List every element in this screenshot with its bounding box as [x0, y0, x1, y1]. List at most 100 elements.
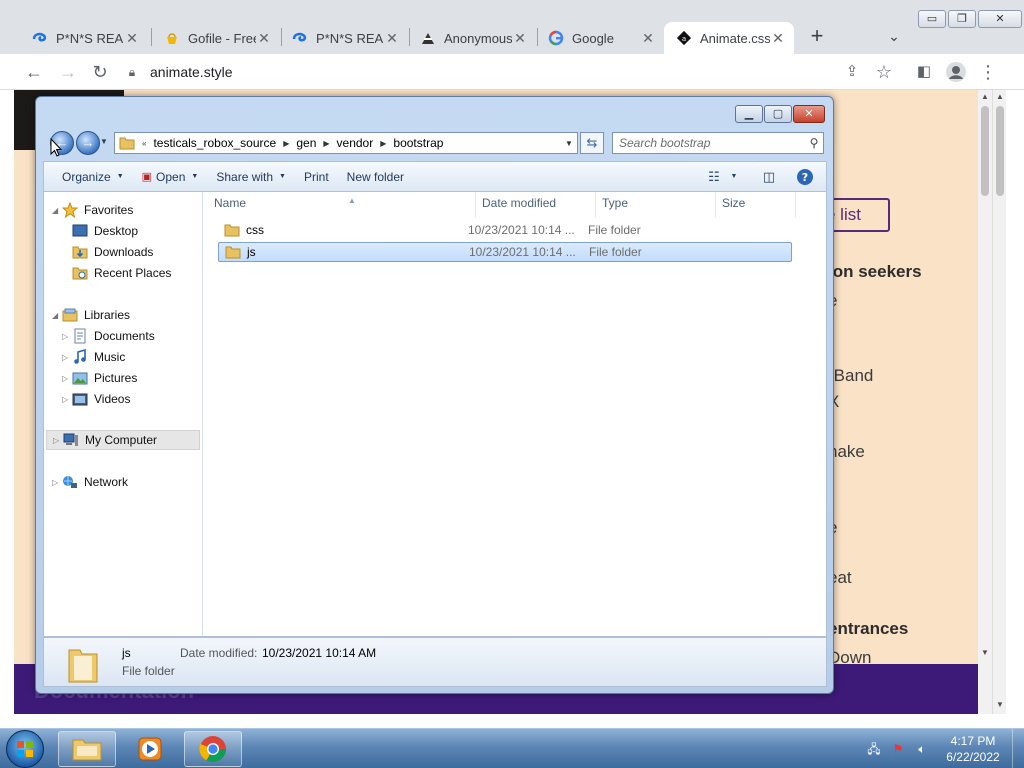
webpage-list-item[interactable]: rBand	[828, 366, 873, 386]
nav-favorites[interactable]: ◢ Favorites	[52, 200, 133, 220]
breadcrumb-item[interactable]: gen	[296, 136, 316, 150]
minimize-icon[interactable]: ▁	[735, 105, 763, 123]
collapsed-arrow-icon[interactable]: ▷	[52, 478, 62, 487]
tab-1[interactable]: P*N*S REAL ✕	[20, 22, 148, 54]
breadcrumb-item[interactable]: bootstrap	[393, 136, 443, 150]
scroll-down-icon[interactable]: ▼	[978, 646, 992, 660]
maximize-icon[interactable]: ▢	[764, 105, 792, 123]
collapsed-arrow-icon[interactable]: ▷	[62, 395, 72, 404]
chevron-down-icon[interactable]: ▼	[728, 167, 740, 187]
breadcrumb-chevron-icon[interactable]: ▶	[380, 139, 386, 148]
refresh-icon[interactable]: ⇆	[580, 132, 604, 154]
view-options-icon[interactable]: ☷	[704, 167, 724, 187]
search-icon[interactable]: ⚲	[805, 136, 823, 150]
taskbar-chrome-button[interactable]	[184, 731, 242, 767]
breadcrumb-item[interactable]: testicals_robox_source	[153, 136, 276, 150]
address-breadcrumb[interactable]: « testicals_robox_source ▶ gen ▶ vendor …	[114, 132, 578, 154]
share-with-button[interactable]: Share with ▼	[216, 170, 286, 184]
clock-date[interactable]: 6/22/2022	[940, 750, 1006, 764]
tab-close-icon[interactable]: ✕	[640, 30, 656, 46]
tab-2[interactable]: Gofile - Free ✕	[152, 22, 280, 54]
collapsed-arrow-icon[interactable]: ▷	[53, 436, 63, 445]
breadcrumb-item[interactable]: vendor	[337, 136, 374, 150]
scroll-up-icon[interactable]: ▲	[978, 90, 992, 104]
tab-close-icon[interactable]: ✕	[256, 30, 272, 46]
tab-close-icon[interactable]: ✕	[512, 30, 528, 46]
search-input[interactable]: Search bootstrap ⚲	[612, 132, 824, 154]
volume-icon[interactable]: 🔈︎	[914, 741, 930, 757]
nav-downloads[interactable]: Downloads	[72, 242, 153, 262]
forward-icon[interactable]: →	[56, 60, 80, 84]
nav-desktop[interactable]: Desktop	[72, 221, 138, 241]
print-button[interactable]: Print	[304, 170, 329, 184]
lock-icon[interactable]: 🔒︎	[124, 65, 140, 80]
scroll-down-icon[interactable]: ▼	[993, 698, 1007, 712]
close-icon[interactable]: ✕	[793, 105, 825, 123]
maximize-icon[interactable]: ❐	[948, 10, 976, 28]
nav-documents[interactable]: ▷ Documents	[62, 326, 155, 346]
back-icon[interactable]: ←	[22, 60, 46, 84]
network-tray-icon[interactable]: 🖧︎	[866, 741, 882, 757]
column-header-name[interactable]: Name ▲	[208, 192, 476, 218]
side-panel-icon[interactable]: ◧	[912, 60, 936, 84]
tab-3[interactable]: P*N*S REAL ✕	[280, 22, 408, 54]
nav-videos[interactable]: ▷ Videos	[62, 389, 130, 409]
show-desktop-button[interactable]	[1012, 729, 1024, 768]
file-type: File folder	[589, 245, 642, 259]
expanded-arrow-icon[interactable]: ◢	[52, 311, 62, 320]
file-row-selected[interactable]: js 10/23/2021 10:14 ... File folder	[218, 242, 792, 262]
column-header-date-modified[interactable]: Date modified	[476, 192, 596, 218]
tab-6-active[interactable]: a Animate.css ✕	[664, 22, 794, 54]
breadcrumb-chevron-icon[interactable]: ▶	[323, 139, 329, 148]
scrollbar-thumb[interactable]	[981, 106, 989, 196]
reload-icon[interactable]: ↻	[88, 60, 112, 84]
start-button[interactable]	[6, 730, 44, 768]
help-icon[interactable]: ?	[794, 167, 816, 187]
column-header-type[interactable]: Type	[596, 192, 716, 218]
expanded-arrow-icon[interactable]: ◢	[52, 206, 62, 215]
nav-libraries[interactable]: ◢ Libraries	[52, 305, 130, 325]
close-icon[interactable]: ✕	[978, 10, 1022, 28]
collapsed-arrow-icon[interactable]: ▷	[62, 332, 72, 341]
forward-icon[interactable]: →	[76, 131, 100, 155]
browser-scrollbar[interactable]: ▲ ▼	[992, 90, 1006, 714]
minimize-icon[interactable]: ▭	[918, 10, 946, 28]
recent-pages-chevron-icon[interactable]: ▼	[100, 137, 108, 146]
organize-button[interactable]: Organize ▼	[62, 170, 124, 184]
preview-pane-icon[interactable]: ◫	[758, 167, 780, 187]
breadcrumb-chevron-icon[interactable]: ▶	[283, 139, 289, 148]
nav-pictures[interactable]: ▷ Pictures	[62, 368, 137, 388]
tab-close-icon[interactable]: ✕	[770, 30, 786, 46]
tab-close-icon[interactable]: ✕	[124, 30, 140, 46]
chevron-down-icon[interactable]: ⌄	[884, 26, 904, 46]
nav-network[interactable]: ▷ Network	[52, 472, 128, 492]
new-folder-button[interactable]: New folder	[347, 170, 404, 184]
scroll-up-icon[interactable]: ▲	[993, 90, 1007, 104]
scrollbar-thumb[interactable]	[996, 106, 1004, 196]
nav-my-computer[interactable]: ▷ My Computer	[46, 430, 200, 450]
collapsed-arrow-icon[interactable]: ▷	[62, 374, 72, 383]
action-center-warning-icon[interactable]: ⚑	[890, 741, 906, 757]
nav-recent-places[interactable]: Recent Places	[72, 263, 171, 283]
new-tab-icon[interactable]: +	[804, 24, 830, 50]
tab-5[interactable]: Google ✕	[536, 22, 664, 54]
collapsed-arrow-icon[interactable]: ▷	[62, 353, 72, 362]
address-dropdown-icon[interactable]: ▼	[561, 139, 577, 148]
tab-4[interactable]: Anonymous ✕	[408, 22, 536, 54]
explorer-window: ▁ ▢ ✕ ← → ▼ « testicals_robox_source ▶ g…	[35, 96, 834, 694]
profile-avatar-icon[interactable]	[944, 60, 968, 84]
webpage-scrollbar[interactable]: ▲ ▼	[978, 90, 992, 714]
breadcrumb-overflow[interactable]: «	[142, 139, 146, 148]
nav-music[interactable]: ▷ Music	[62, 347, 125, 367]
share-icon[interactable]: ⇪	[840, 60, 864, 84]
more-menu-icon[interactable]: ⋮	[976, 60, 1000, 84]
file-row[interactable]: css 10/23/2021 10:14 ... File folder	[218, 221, 792, 241]
clock-time[interactable]: 4:17 PM	[940, 734, 1006, 748]
column-header-size[interactable]: Size	[716, 192, 796, 218]
open-button[interactable]: ▣ Open ▼	[142, 170, 199, 184]
tab-close-icon[interactable]: ✕	[384, 30, 400, 46]
taskbar-explorer-button[interactable]	[58, 731, 116, 767]
taskbar-media-player-button[interactable]	[121, 731, 179, 767]
bookmark-star-icon[interactable]: ☆	[872, 60, 896, 84]
address-bar[interactable]: 🔒︎ animate.style	[124, 58, 910, 86]
